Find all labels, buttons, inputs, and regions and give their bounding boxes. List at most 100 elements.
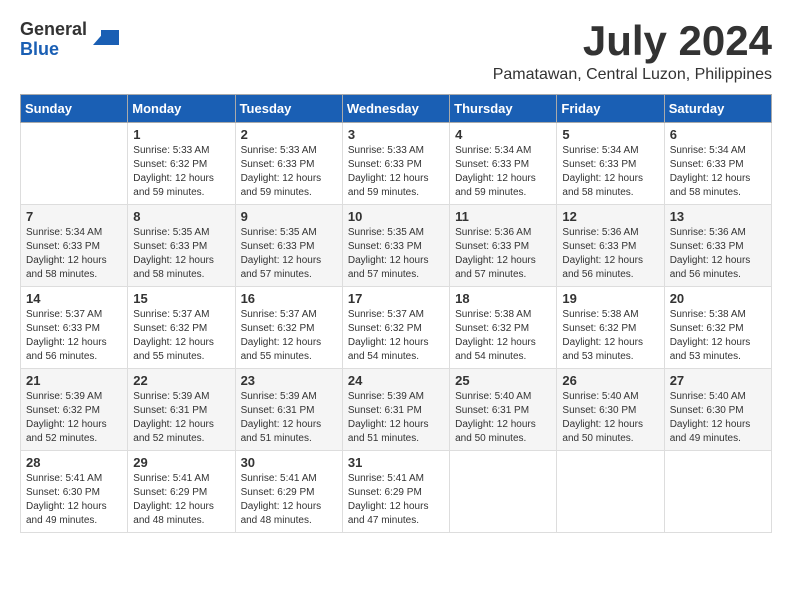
day-number: 8 [133,209,229,224]
calendar-week-row: 1 Sunrise: 5:33 AM Sunset: 6:32 PM Daylig… [21,123,772,205]
calendar-cell: 31Sunrise: 5:41 AM Sunset: 6:29 PM Dayli… [342,451,449,533]
calendar-cell: 1 Sunrise: 5:33 AM Sunset: 6:32 PM Daylig… [128,123,235,205]
location-title: Pamatawan, Central Luzon, Philippines [493,66,772,84]
weekday-header-tuesday: Tuesday [235,95,342,123]
calendar-week-row: 21Sunrise: 5:39 AM Sunset: 6:32 PM Dayli… [21,369,772,451]
day-info: Sunrise: 5:35 AM Sunset: 6:33 PM Dayligh… [241,226,337,282]
day-info: Sunrise: 5:39 AM Sunset: 6:31 PM Dayligh… [241,390,337,446]
calendar-cell: 10 Sunrise: 5:35 AM Sunset: 6:33 PM Dayli… [342,205,449,287]
calendar-cell: 4 Sunrise: 5:34 AM Sunset: 6:33 PM Daylig… [450,123,557,205]
day-number: 27 [670,373,766,388]
day-info: Sunrise: 5:37 AM Sunset: 6:32 PM Dayligh… [348,308,444,364]
calendar-cell [557,451,664,533]
logo-general-text: General [20,20,87,40]
calendar-cell: 29 Sunrise: 5:41 AM Sunset: 6:29 PM Dayli… [128,451,235,533]
day-info: Sunrise: 5:37 AM Sunset: 6:32 PM Dayligh… [133,308,229,364]
month-title: July 2024 [493,20,772,62]
day-info: Sunrise: 5:35 AM Sunset: 6:33 PM Dayligh… [133,226,229,282]
calendar-cell: 24 Sunrise: 5:39 AM Sunset: 6:31 PM Dayli… [342,369,449,451]
weekday-header-saturday: Saturday [664,95,771,123]
day-info: Sunrise: 5:39 AM Sunset: 6:31 PM Dayligh… [348,390,444,446]
day-info: Sunrise: 5:41 AM Sunset: 6:29 PM Dayligh… [133,472,229,528]
calendar-cell: 16 Sunrise: 5:37 AM Sunset: 6:32 PM Dayli… [235,287,342,369]
day-info: Sunrise: 5:38 AM Sunset: 6:32 PM Dayligh… [670,308,766,364]
calendar-cell: 13Sunrise: 5:36 AM Sunset: 6:33 PM Dayli… [664,205,771,287]
calendar-cell: 3Sunrise: 5:33 AM Sunset: 6:33 PM Daylig… [342,123,449,205]
day-number: 21 [26,373,122,388]
calendar-cell: 25Sunrise: 5:40 AM Sunset: 6:31 PM Dayli… [450,369,557,451]
calendar-cell [21,123,128,205]
day-info: Sunrise: 5:34 AM Sunset: 6:33 PM Dayligh… [670,144,766,200]
day-number: 17 [348,291,444,306]
weekday-header-friday: Friday [557,95,664,123]
calendar-cell: 30 Sunrise: 5:41 AM Sunset: 6:29 PM Dayli… [235,451,342,533]
weekday-header-sunday: Sunday [21,95,128,123]
day-number: 6 [670,127,766,142]
calendar-cell: 6 Sunrise: 5:34 AM Sunset: 6:33 PM Daylig… [664,123,771,205]
day-info: Sunrise: 5:35 AM Sunset: 6:33 PM Dayligh… [348,226,444,282]
calendar-cell: 18 Sunrise: 5:38 AM Sunset: 6:32 PM Dayli… [450,287,557,369]
day-info: Sunrise: 5:36 AM Sunset: 6:33 PM Dayligh… [455,226,551,282]
day-info: Sunrise: 5:34 AM Sunset: 6:33 PM Dayligh… [26,226,122,282]
day-number: 26 [562,373,658,388]
calendar-cell: 21Sunrise: 5:39 AM Sunset: 6:32 PM Dayli… [21,369,128,451]
day-info: Sunrise: 5:37 AM Sunset: 6:33 PM Dayligh… [26,308,122,364]
day-info: Sunrise: 5:41 AM Sunset: 6:29 PM Dayligh… [348,472,444,528]
day-info: Sunrise: 5:38 AM Sunset: 6:32 PM Dayligh… [562,308,658,364]
logo: General Blue [20,20,121,60]
calendar-week-row: 28 Sunrise: 5:41 AM Sunset: 6:30 PM Dayli… [21,451,772,533]
day-number: 4 [455,127,551,142]
day-info: Sunrise: 5:37 AM Sunset: 6:32 PM Dayligh… [241,308,337,364]
calendar-cell: 20Sunrise: 5:38 AM Sunset: 6:32 PM Dayli… [664,287,771,369]
day-info: Sunrise: 5:33 AM Sunset: 6:33 PM Dayligh… [241,144,337,200]
calendar-cell: 22Sunrise: 5:39 AM Sunset: 6:31 PM Dayli… [128,369,235,451]
calendar-week-row: 7Sunrise: 5:34 AM Sunset: 6:33 PM Daylig… [21,205,772,287]
day-number: 1 [133,127,229,142]
day-number: 2 [241,127,337,142]
calendar-cell: 8 Sunrise: 5:35 AM Sunset: 6:33 PM Daylig… [128,205,235,287]
day-number: 11 [455,209,551,224]
day-info: Sunrise: 5:33 AM Sunset: 6:32 PM Dayligh… [133,144,229,200]
day-info: Sunrise: 5:38 AM Sunset: 6:32 PM Dayligh… [455,308,551,364]
logo-icon [91,25,121,55]
calendar-cell: 26Sunrise: 5:40 AM Sunset: 6:30 PM Dayli… [557,369,664,451]
day-number: 23 [241,373,337,388]
day-number: 5 [562,127,658,142]
day-number: 24 [348,373,444,388]
calendar-week-row: 14Sunrise: 5:37 AM Sunset: 6:33 PM Dayli… [21,287,772,369]
day-info: Sunrise: 5:40 AM Sunset: 6:30 PM Dayligh… [670,390,766,446]
day-number: 15 [133,291,229,306]
calendar-cell: 12 Sunrise: 5:36 AM Sunset: 6:33 PM Dayli… [557,205,664,287]
weekday-header-monday: Monday [128,95,235,123]
day-number: 30 [241,455,337,470]
calendar-cell: 15 Sunrise: 5:37 AM Sunset: 6:32 PM Dayli… [128,287,235,369]
calendar-cell: 28 Sunrise: 5:41 AM Sunset: 6:30 PM Dayli… [21,451,128,533]
weekday-header-row: SundayMondayTuesdayWednesdayThursdayFrid… [21,95,772,123]
day-number: 16 [241,291,337,306]
day-number: 19 [562,291,658,306]
calendar-cell [664,451,771,533]
day-number: 10 [348,209,444,224]
title-section: July 2024 Pamatawan, Central Luzon, Phil… [493,20,772,84]
calendar-cell: 9Sunrise: 5:35 AM Sunset: 6:33 PM Daylig… [235,205,342,287]
day-info: Sunrise: 5:41 AM Sunset: 6:30 PM Dayligh… [26,472,122,528]
day-number: 12 [562,209,658,224]
calendar-table: SundayMondayTuesdayWednesdayThursdayFrid… [20,94,772,533]
day-number: 28 [26,455,122,470]
day-info: Sunrise: 5:34 AM Sunset: 6:33 PM Dayligh… [455,144,551,200]
calendar-cell: 2 Sunrise: 5:33 AM Sunset: 6:33 PM Daylig… [235,123,342,205]
day-info: Sunrise: 5:41 AM Sunset: 6:29 PM Dayligh… [241,472,337,528]
calendar-cell: 19 Sunrise: 5:38 AM Sunset: 6:32 PM Dayli… [557,287,664,369]
day-number: 3 [348,127,444,142]
day-number: 18 [455,291,551,306]
calendar-cell: 11 Sunrise: 5:36 AM Sunset: 6:33 PM Dayli… [450,205,557,287]
weekday-header-thursday: Thursday [450,95,557,123]
calendar-cell [450,451,557,533]
day-info: Sunrise: 5:40 AM Sunset: 6:31 PM Dayligh… [455,390,551,446]
day-info: Sunrise: 5:36 AM Sunset: 6:33 PM Dayligh… [562,226,658,282]
header: General Blue July 2024 Pamatawan, Centra… [20,20,772,84]
calendar-cell: 14Sunrise: 5:37 AM Sunset: 6:33 PM Dayli… [21,287,128,369]
calendar-cell: 7Sunrise: 5:34 AM Sunset: 6:33 PM Daylig… [21,205,128,287]
day-number: 29 [133,455,229,470]
calendar-cell: 23 Sunrise: 5:39 AM Sunset: 6:31 PM Dayli… [235,369,342,451]
